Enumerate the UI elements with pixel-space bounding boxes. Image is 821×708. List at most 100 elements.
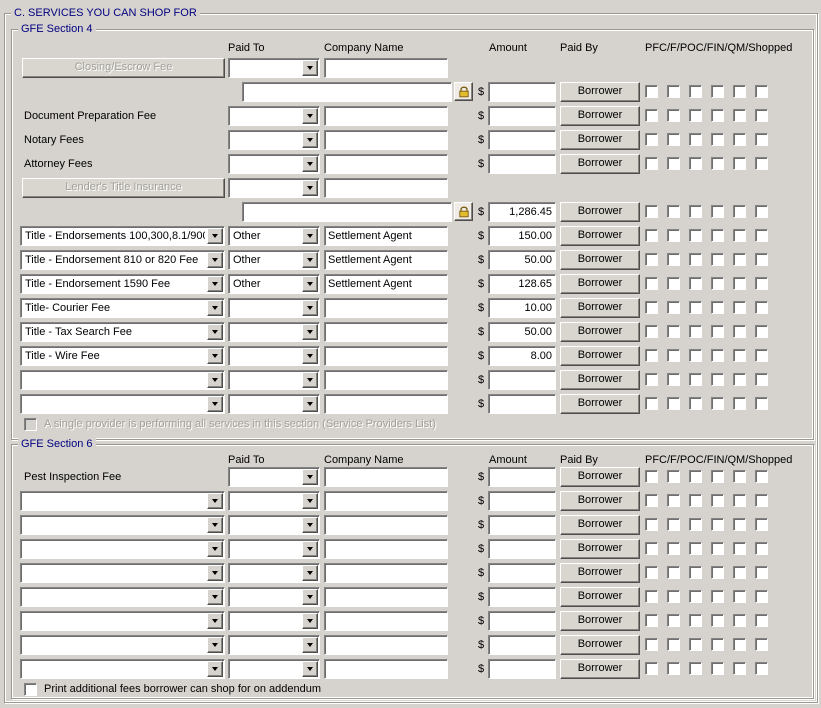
flag-checkbox-fin[interactable] [711,542,724,555]
flag-checkbox-fin[interactable] [711,590,724,603]
amount-input[interactable] [488,106,556,126]
amount-input[interactable] [488,370,556,390]
flag-checkbox-pfc[interactable] [645,518,658,531]
flag-checkbox-poc[interactable] [689,638,702,651]
flag-checkbox-qm[interactable] [733,662,746,675]
flag-checkbox-poc[interactable] [689,614,702,627]
paid-to-dropdown[interactable] [228,659,320,679]
flag-checkbox-fin[interactable] [711,349,724,362]
flag-checkbox-poc[interactable] [689,109,702,122]
flag-checkbox-f[interactable] [667,325,680,338]
paid-by-borrower-button[interactable]: Borrower [560,274,640,294]
paid-to-dropdown[interactable] [228,178,320,198]
flag-checkbox-shopped[interactable] [755,85,768,98]
flag-checkbox-pfc[interactable] [645,373,658,386]
flag-checkbox-poc[interactable] [689,397,702,410]
company-name-input[interactable] [324,370,448,390]
flag-checkbox-pfc[interactable] [645,109,658,122]
flag-checkbox-shopped[interactable] [755,470,768,483]
flag-checkbox-poc[interactable] [689,518,702,531]
flag-checkbox-pfc[interactable] [645,205,658,218]
dropdown-arrow-button[interactable] [302,276,318,292]
dropdown-arrow-button[interactable] [207,228,223,244]
dropdown-arrow-button[interactable] [207,517,223,533]
dropdown-arrow-button[interactable] [207,637,223,653]
paid-by-borrower-button[interactable]: Borrower [560,587,640,607]
dropdown-arrow-button[interactable] [302,60,318,76]
dropdown-arrow-button[interactable] [302,348,318,364]
company-name-input[interactable] [324,58,448,78]
fee-name-dropdown[interactable] [20,611,225,631]
paid-to-dropdown[interactable] [228,491,320,511]
dropdown-arrow-button[interactable] [302,108,318,124]
amount-input[interactable] [488,202,556,222]
amount-input[interactable] [488,298,556,318]
dropdown-arrow-button[interactable] [302,493,318,509]
paid-to-dropdown[interactable] [228,539,320,559]
fee-name-button[interactable]: Lender's Title Insurance [22,178,225,198]
flag-checkbox-f[interactable] [667,229,680,242]
flag-checkbox-fin[interactable] [711,205,724,218]
paid-to-dropdown[interactable] [228,467,320,487]
paid-by-borrower-button[interactable]: Borrower [560,394,640,414]
paid-by-borrower-button[interactable]: Borrower [560,202,640,222]
dropdown-arrow-button[interactable] [302,396,318,412]
dropdown-arrow-button[interactable] [302,613,318,629]
paid-to-dropdown[interactable] [228,370,320,390]
flag-checkbox-shopped[interactable] [755,157,768,170]
flag-checkbox-shopped[interactable] [755,349,768,362]
flag-checkbox-fin[interactable] [711,109,724,122]
flag-checkbox-shopped[interactable] [755,542,768,555]
fee-name-dropdown[interactable] [20,394,225,414]
flag-checkbox-qm[interactable] [733,373,746,386]
flag-checkbox-f[interactable] [667,373,680,386]
company-name-input[interactable] [324,250,448,270]
amount-input[interactable] [488,563,556,583]
dropdown-arrow-button[interactable] [302,661,318,677]
fee-name-dropdown[interactable] [20,539,225,559]
flag-checkbox-shopped[interactable] [755,133,768,146]
flag-checkbox-qm[interactable] [733,349,746,362]
company-name-input[interactable] [324,659,448,679]
flag-checkbox-poc[interactable] [689,301,702,314]
paid-by-borrower-button[interactable]: Borrower [560,563,640,583]
flag-checkbox-pfc[interactable] [645,542,658,555]
flag-checkbox-shopped[interactable] [755,566,768,579]
flag-checkbox-qm[interactable] [733,109,746,122]
paid-to-dropdown[interactable] [228,130,320,150]
flag-checkbox-poc[interactable] [689,470,702,483]
amount-input[interactable] [488,322,556,342]
flag-checkbox-poc[interactable] [689,590,702,603]
flag-checkbox-poc[interactable] [689,85,702,98]
flag-checkbox-pfc[interactable] [645,566,658,579]
fee-name-dropdown[interactable]: Title - Wire Fee [20,346,225,366]
flag-checkbox-f[interactable] [667,277,680,290]
fee-name-dropdown[interactable] [20,515,225,535]
flag-checkbox-qm[interactable] [733,229,746,242]
flag-checkbox-shopped[interactable] [755,277,768,290]
dropdown-arrow-button[interactable] [302,228,318,244]
amount-input[interactable] [488,587,556,607]
flag-checkbox-fin[interactable] [711,662,724,675]
fee-name-dropdown[interactable] [20,563,225,583]
dropdown-arrow-button[interactable] [207,300,223,316]
flag-checkbox-qm[interactable] [733,133,746,146]
flag-checkbox-poc[interactable] [689,133,702,146]
paid-by-borrower-button[interactable]: Borrower [560,130,640,150]
flag-checkbox-poc[interactable] [689,157,702,170]
paid-by-borrower-button[interactable]: Borrower [560,659,640,679]
paid-to-dropdown[interactable] [228,106,320,126]
company-name-input[interactable] [324,322,448,342]
paid-to-dropdown[interactable]: Other [228,250,320,270]
fee-name-dropdown[interactable] [20,659,225,679]
company-name-wide-input[interactable] [242,82,452,102]
dropdown-arrow-button[interactable] [302,541,318,557]
paid-to-dropdown[interactable] [228,322,320,342]
flag-checkbox-pfc[interactable] [645,349,658,362]
flag-checkbox-qm[interactable] [733,277,746,290]
fee-name-dropdown[interactable]: Title- Courier Fee [20,298,225,318]
amount-input[interactable] [488,539,556,559]
flag-checkbox-f[interactable] [667,494,680,507]
flag-checkbox-qm[interactable] [733,85,746,98]
company-name-input[interactable] [324,298,448,318]
